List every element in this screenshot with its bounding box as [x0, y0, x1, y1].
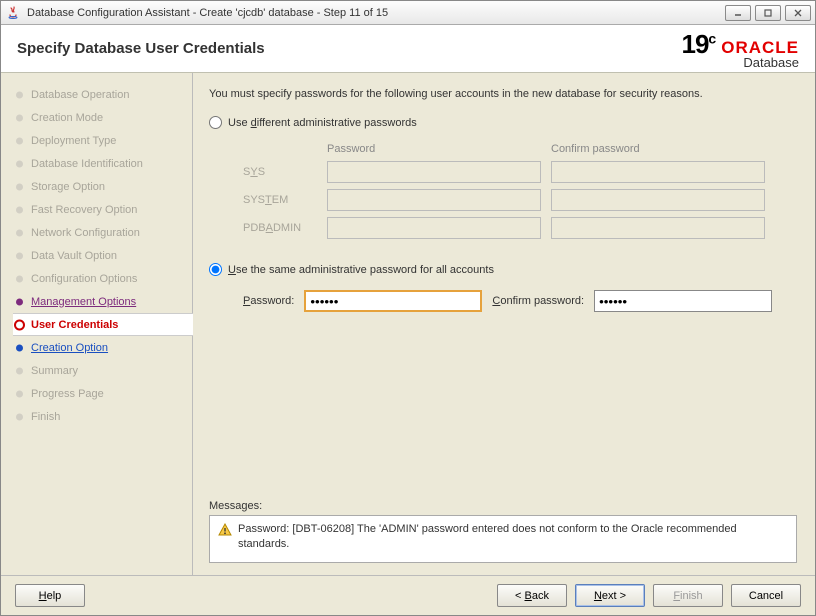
label-confirm-password: Confirm password: [492, 295, 584, 307]
step-creation-mode: Creation Mode [13, 106, 192, 129]
step-management-options[interactable]: Management Options [13, 290, 192, 313]
page-title: Specify Database User Credentials [17, 40, 682, 57]
label-different-passwords[interactable]: Use different administrative passwords [228, 117, 417, 129]
system-password [327, 189, 541, 211]
page-header: Specify Database User Credentials 19c OR… [1, 25, 815, 73]
step-creation-option[interactable]: Creation Option [13, 336, 192, 359]
help-button[interactable]: Help [15, 584, 85, 607]
radio-same-password[interactable] [209, 263, 222, 276]
radio-different-passwords[interactable] [209, 116, 222, 129]
pdbadmin-confirm [551, 217, 765, 239]
step-network-configuration: Network Configuration [13, 221, 192, 244]
row-pdbadmin-label: PDBADMIN [243, 222, 327, 234]
java-icon [5, 5, 21, 21]
system-confirm [551, 189, 765, 211]
step-progress-page: Progress Page [13, 382, 192, 405]
warning-icon [218, 523, 232, 537]
sys-confirm [551, 161, 765, 183]
step-database-operation: Database Operation [13, 83, 192, 106]
step-summary: Summary [13, 359, 192, 382]
wizard-sidebar: Database Operation Creation Mode Deploym… [1, 73, 193, 575]
pdbadmin-password [327, 217, 541, 239]
footer: Help < Back Next > Finish Cancel [1, 575, 815, 615]
row-sys-label: SYS [243, 166, 327, 178]
cancel-button[interactable]: Cancel [731, 584, 801, 607]
finish-button: Finish [653, 584, 723, 607]
titlebar[interactable]: Database Configuration Assistant - Creat… [1, 1, 815, 25]
back-button[interactable]: < Back [497, 584, 567, 607]
row-system-label: SYSTEM [243, 194, 327, 206]
minimize-button[interactable] [725, 5, 751, 21]
next-button[interactable]: Next > [575, 584, 645, 607]
messages-label: Messages: [209, 500, 797, 512]
passwords-table: Password Confirm password SYS SYSTEM PDB… [243, 143, 797, 245]
main-panel: You must specify passwords for the follo… [193, 73, 815, 575]
sys-password [327, 161, 541, 183]
step-configuration-options: Configuration Options [13, 267, 192, 290]
label-password: Password: [243, 295, 294, 307]
message-text: Password: [DBT-06208] The 'ADMIN' passwo… [238, 522, 788, 552]
password-input[interactable] [304, 290, 482, 312]
step-database-identification: Database Identification [13, 152, 192, 175]
column-confirm: Confirm password [551, 143, 785, 155]
label-same-password[interactable]: Use the same administrative password for… [228, 264, 494, 276]
confirm-password-input[interactable] [594, 290, 772, 312]
step-storage-option: Storage Option [13, 175, 192, 198]
step-finish: Finish [13, 405, 192, 428]
step-fast-recovery-option: Fast Recovery Option [13, 198, 192, 221]
step-data-vault-option: Data Vault Option [13, 244, 192, 267]
messages-box: Password: [DBT-06208] The 'ADMIN' passwo… [209, 515, 797, 563]
step-user-credentials[interactable]: User Credentials [13, 313, 193, 336]
column-password: Password [327, 143, 551, 155]
step-deployment-type: Deployment Type [13, 129, 192, 152]
oracle-logo: 19c ORACLE Database [682, 29, 800, 69]
intro-text: You must specify passwords for the follo… [209, 87, 797, 102]
app-window: Database Configuration Assistant - Creat… [0, 0, 816, 616]
close-button[interactable] [785, 5, 811, 21]
window-title: Database Configuration Assistant - Creat… [27, 7, 725, 19]
maximize-button[interactable] [755, 5, 781, 21]
